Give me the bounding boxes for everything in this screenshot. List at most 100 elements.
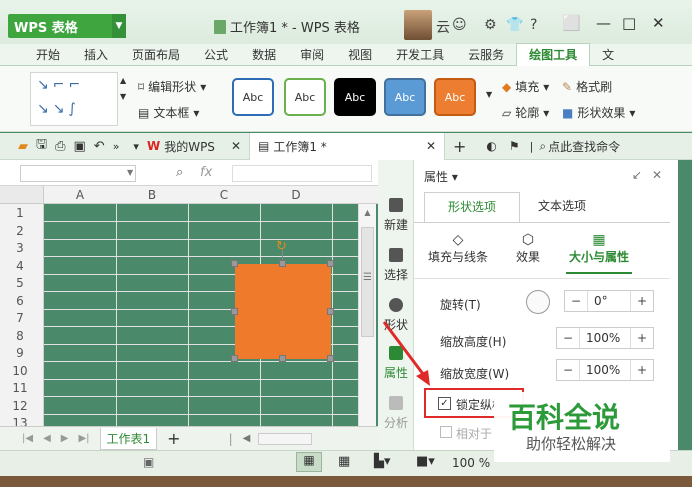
shape-gallery[interactable]: ↘⌐⌐ ↘↘∫ — [30, 72, 118, 126]
maximize-icon[interactable]: □ — [622, 14, 636, 32]
normal-view-icon[interactable]: ▦ — [296, 452, 322, 472]
shape-style-3[interactable]: Abc — [334, 78, 376, 116]
panel-title[interactable]: 属性 ▾ — [424, 168, 458, 185]
prev-sheet-icon[interactable]: ◀ — [43, 433, 51, 444]
add-sheet-icon[interactable]: + — [167, 429, 180, 448]
status-icon[interactable]: ▣ — [143, 455, 154, 469]
shape-style-5[interactable]: Abc — [434, 78, 476, 116]
shirt-icon[interactable]: 👕 — [506, 17, 523, 33]
gallery-down-icon[interactable]: ▼ — [120, 92, 126, 101]
first-sheet-icon[interactable]: |◀ — [22, 433, 33, 444]
row-header[interactable]: 1 — [0, 204, 40, 222]
menu-cloud[interactable]: 云服务 — [456, 44, 516, 66]
sheet-tab-1[interactable]: 工作表1 — [99, 427, 158, 450]
tab-close-icon[interactable]: ✕ — [231, 139, 241, 153]
expand-icon[interactable]: ↙ — [632, 168, 642, 182]
new-tab-icon[interactable]: + — [453, 137, 466, 156]
select-all-corner[interactable] — [0, 186, 44, 204]
emoji-icon[interactable]: ☺ — [452, 17, 467, 33]
rotate-stepper[interactable]: − 0° + — [564, 290, 654, 312]
eye-protect-icon[interactable]: ■▾ — [416, 454, 435, 469]
tab-text-options[interactable]: 文本选项 — [520, 192, 604, 222]
row-header[interactable]: 9 — [0, 344, 40, 362]
zoom-level[interactable]: 100 % — [452, 456, 490, 470]
side-select-button[interactable]: 选择 — [378, 248, 414, 283]
flag-icon[interactable]: ⚑ — [509, 139, 520, 153]
resize-handle[interactable] — [279, 355, 286, 362]
menu-text[interactable]: 文 — [590, 44, 626, 66]
more-icon[interactable]: » — [113, 140, 120, 153]
increment-icon[interactable]: + — [631, 294, 653, 308]
restore-ribbon-icon[interactable]: ⬜ — [562, 14, 581, 32]
shape-style-1[interactable]: Abc — [232, 78, 274, 116]
relative-original-checkbox[interactable] — [440, 426, 452, 438]
row-header[interactable]: 7 — [0, 309, 40, 327]
fill-button[interactable]: ◆ 填充 ▾ — [502, 78, 549, 95]
format-painter-button[interactable]: ✎ 格式刷 — [562, 78, 612, 95]
decrement-icon[interactable]: − — [557, 363, 579, 377]
row-header[interactable]: 12 — [0, 397, 40, 415]
vertical-scrollbar[interactable]: ▲ — [358, 204, 376, 426]
menu-review[interactable]: 审阅 — [288, 44, 336, 66]
menu-data[interactable]: 数据 — [240, 44, 288, 66]
menu-insert[interactable]: 插入 — [72, 44, 120, 66]
row-header[interactable]: 4 — [0, 257, 40, 275]
reading-mode-icon[interactable]: ▙▾ — [374, 454, 391, 469]
menu-developer[interactable]: 开发工具 — [384, 44, 456, 66]
scroll-up-icon[interactable]: ▲ — [359, 208, 376, 217]
horizontal-scroll-thumb[interactable] — [258, 432, 313, 445]
edit-shape-button[interactable]: ⌑ 编辑形状 ▾ — [138, 78, 206, 95]
resize-handle[interactable] — [231, 308, 238, 315]
sub-size-properties[interactable]: ▦ 大小与属性 — [566, 232, 632, 265]
row-header[interactable]: 6 — [0, 292, 40, 310]
orange-rectangle-shape[interactable] — [235, 264, 331, 359]
row-header[interactable]: 8 — [0, 327, 40, 345]
row-header[interactable]: 10 — [0, 362, 40, 380]
row-header[interactable]: 3 — [0, 239, 40, 257]
skin-icon[interactable]: ⚙ — [484, 17, 497, 33]
increment-icon[interactable]: + — [631, 331, 653, 345]
panel-close-icon[interactable]: ✕ — [652, 168, 662, 182]
formula-input[interactable] — [232, 165, 372, 182]
pane-collapse-icon[interactable]: ☰ — [363, 272, 372, 283]
scale-height-stepper[interactable]: − 100% + — [556, 327, 654, 349]
gallery-up-icon[interactable]: ▲ — [120, 76, 126, 85]
tab-shape-options[interactable]: 形状选项 — [424, 192, 520, 222]
minimize-icon[interactable]: — — [596, 14, 611, 32]
rotate-handle-icon[interactable]: ↻ — [276, 239, 287, 254]
decrement-icon[interactable]: − — [557, 331, 579, 345]
column-header-d[interactable]: D — [260, 186, 332, 204]
tab-close-icon[interactable]: ✕ — [426, 139, 436, 153]
menu-drawing-tools[interactable]: 绘图工具 — [516, 43, 591, 66]
text-box-button[interactable]: ▤ 文本框 ▾ — [138, 104, 199, 121]
chevron-down-icon[interactable]: ▼ — [127, 168, 133, 177]
resize-handle[interactable] — [231, 260, 238, 267]
rotation-dial[interactable] — [526, 290, 550, 314]
menu-formula[interactable]: 公式 — [192, 44, 240, 66]
menu-start[interactable]: 开始 — [24, 44, 72, 66]
tab-my-wps[interactable]: W 我的WPS ✕ — [139, 133, 249, 160]
lock-aspect-checkbox[interactable]: ✓ — [438, 397, 451, 410]
menu-page-layout[interactable]: 页面布局 — [120, 44, 192, 66]
sub-effects[interactable]: ⬡ 效果 — [508, 232, 548, 265]
row-header[interactable]: 5 — [0, 274, 40, 292]
resize-handle[interactable] — [231, 355, 238, 362]
page-break-view-icon[interactable]: ▦ — [338, 454, 350, 469]
side-new-button[interactable]: 新建 — [378, 198, 414, 233]
column-header-a[interactable]: A — [44, 186, 116, 204]
row-header[interactable]: 11 — [0, 379, 40, 397]
resize-handle[interactable] — [327, 308, 334, 315]
column-header-c[interactable]: C — [188, 186, 260, 204]
next-sheet-icon[interactable]: ▶ — [61, 433, 69, 444]
row-header[interactable]: 2 — [0, 222, 40, 240]
shape-effects-button[interactable]: ■ 形状效果 ▾ — [562, 104, 635, 121]
outline-button[interactable]: ▱ 轮廓 ▾ — [502, 104, 549, 121]
search-icon[interactable]: ⌕ — [539, 139, 546, 154]
command-search[interactable]: 点此查找命令 — [548, 138, 620, 155]
shape-style-4[interactable]: Abc — [384, 78, 426, 116]
increment-icon[interactable]: + — [631, 363, 653, 377]
decrement-icon[interactable]: − — [565, 294, 587, 308]
print-icon[interactable]: ⎙ — [55, 139, 65, 154]
help-icon[interactable]: ? — [530, 17, 537, 33]
wps-logo-menu[interactable]: WPS 表格 ▼ — [8, 14, 126, 38]
